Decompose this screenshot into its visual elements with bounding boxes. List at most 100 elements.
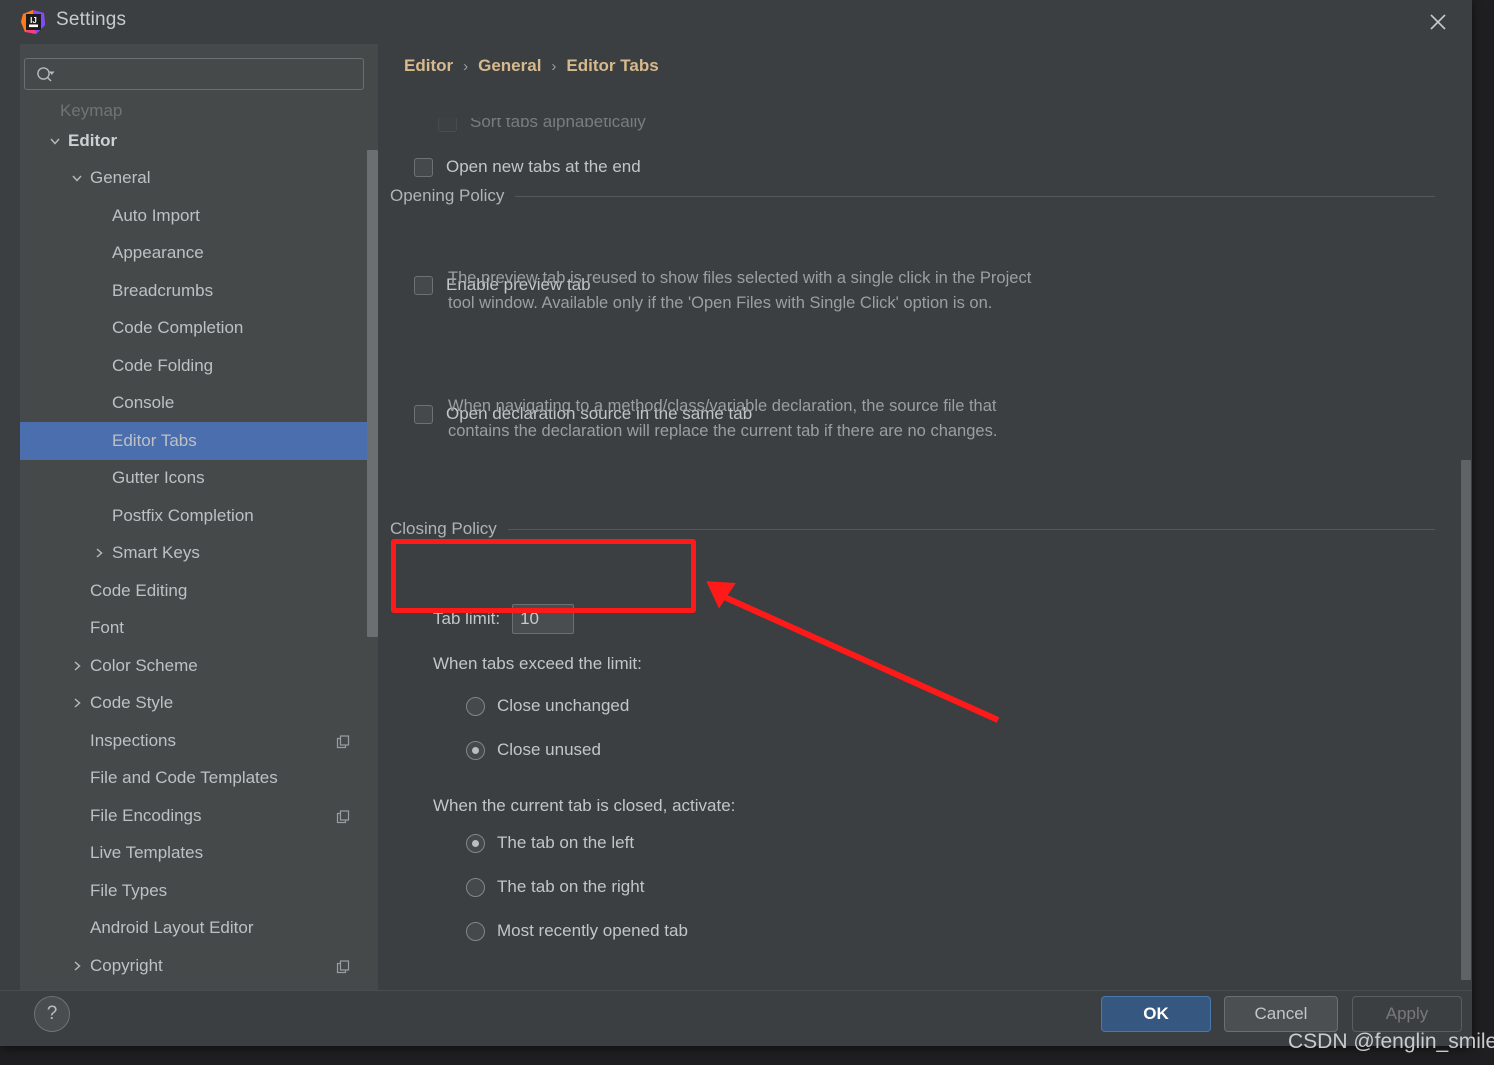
tab-limit-row: Tab limit: bbox=[433, 604, 575, 634]
search-icon bbox=[36, 66, 56, 84]
open-declaration-description: When navigating to a method/class/variab… bbox=[448, 397, 998, 440]
radio-label: The tab on the left bbox=[497, 833, 635, 852]
chevron-right-icon: › bbox=[551, 57, 557, 75]
sidebar-item-general[interactable]: General bbox=[20, 160, 378, 198]
window-title: Settings bbox=[56, 9, 127, 30]
checkbox-box[interactable] bbox=[414, 275, 433, 295]
sidebar-scrollbar-thumb[interactable] bbox=[367, 150, 378, 637]
radio-activate-the-tab-on-the-left[interactable]: The tab on the left bbox=[466, 833, 634, 853]
sidebar-item-label: Code Editing bbox=[90, 580, 188, 600]
sidebar-item-label: Smart Keys bbox=[112, 543, 200, 563]
radio-button[interactable] bbox=[466, 877, 485, 897]
radio-label: The tab on the right bbox=[497, 877, 645, 896]
project-scope-icon bbox=[336, 959, 350, 973]
cancel-button[interactable]: Cancel bbox=[1224, 996, 1338, 1032]
sidebar-item-gutter-icons[interactable]: Gutter Icons bbox=[20, 460, 378, 498]
breadcrumb-part-general[interactable]: General bbox=[478, 56, 541, 76]
sidebar-item-label: Copyright bbox=[90, 955, 163, 975]
checkbox-sort-tabs-alphabetically[interactable]: Sort tabs alphabetically bbox=[438, 118, 646, 132]
sidebar-item-keymap-clipped[interactable]: Keymap bbox=[20, 100, 378, 122]
search-field-wrapper bbox=[24, 58, 366, 92]
checkbox-box[interactable] bbox=[438, 118, 457, 132]
sidebar-item-inspections[interactable]: Inspections bbox=[20, 722, 378, 760]
checkbox-open-new-tabs-at-end[interactable]: Open new tabs at the end bbox=[414, 157, 641, 177]
chevron-right-icon[interactable] bbox=[70, 696, 84, 710]
chevron-down-icon[interactable] bbox=[48, 134, 62, 148]
sidebar-item-code-completion[interactable]: Code Completion bbox=[20, 310, 378, 348]
sidebar-item-label: Font bbox=[90, 618, 125, 638]
watermark-text: CSDN @fenglin_smile bbox=[1288, 1030, 1494, 1053]
search-input[interactable] bbox=[64, 64, 354, 86]
sidebar-item-appearance[interactable]: Appearance bbox=[20, 235, 378, 273]
sidebar-item-label: Gutter Icons bbox=[112, 468, 205, 488]
close-icon[interactable] bbox=[1404, 0, 1472, 44]
sidebar-item-file-encodings[interactable]: File Encodings bbox=[20, 797, 378, 835]
sidebar-item-live-templates[interactable]: Live Templates bbox=[20, 835, 378, 873]
sidebar-item-label: Android Layout Editor bbox=[90, 918, 254, 938]
radio-activate-most-recently-opened-tab[interactable]: Most recently opened tab bbox=[466, 921, 688, 941]
radio-label: Most recently opened tab bbox=[497, 921, 688, 940]
sidebar-item-label: Postfix Completion bbox=[112, 505, 254, 525]
sidebar-item-breadcrumbs[interactable]: Breadcrumbs bbox=[20, 272, 378, 310]
breadcrumb-part-editor[interactable]: Editor bbox=[404, 56, 453, 76]
apply-button: Apply bbox=[1352, 996, 1462, 1032]
svg-text:IJ: IJ bbox=[30, 16, 37, 25]
title-bar: IJ Settings bbox=[0, 0, 1472, 44]
sidebar-item-label: Editor bbox=[68, 130, 118, 150]
radio-exceed-close-unused[interactable]: Close unused bbox=[466, 740, 601, 760]
sidebar-item-label: Appearance bbox=[112, 243, 204, 263]
sidebar-item-code-style[interactable]: Code Style bbox=[20, 685, 378, 723]
sidebar-item-code-folding[interactable]: Code Folding bbox=[20, 347, 378, 385]
sidebar-item-label: Code Style bbox=[90, 693, 174, 713]
intellij-idea-logo-icon: IJ bbox=[20, 9, 47, 36]
breadcrumb-part-editor-tabs: Editor Tabs bbox=[566, 56, 659, 75]
sidebar-item-label: Breadcrumbs bbox=[112, 280, 214, 300]
chevron-down-icon[interactable] bbox=[70, 171, 84, 185]
radio-activate-the-tab-on-the-right[interactable]: The tab on the right bbox=[466, 877, 644, 897]
section-header-opening-policy: Opening Policy bbox=[390, 186, 1435, 206]
sidebar-item-editor[interactable]: Editor bbox=[20, 122, 378, 160]
sidebar-item-smart-keys[interactable]: Smart Keys bbox=[20, 535, 378, 573]
chevron-right-icon[interactable] bbox=[70, 959, 84, 973]
section-title: Opening Policy bbox=[390, 186, 505, 205]
radio-button[interactable] bbox=[466, 833, 485, 853]
tab-limit-input[interactable] bbox=[512, 604, 575, 634]
content-scrollbar-thumb[interactable] bbox=[1461, 460, 1471, 980]
sidebar-item-label: General bbox=[90, 168, 151, 188]
sidebar-item-postfix-completion[interactable]: Postfix Completion bbox=[20, 497, 378, 535]
sidebar-item-copyright[interactable]: Copyright bbox=[20, 947, 378, 985]
checkbox-label: Sort tabs alphabetically bbox=[470, 118, 646, 131]
project-scope-icon bbox=[336, 809, 350, 823]
checkbox-label: Open new tabs at the end bbox=[446, 157, 641, 176]
checkbox-box[interactable] bbox=[414, 404, 433, 424]
chevron-right-icon[interactable] bbox=[92, 546, 106, 560]
checkbox-box[interactable] bbox=[414, 157, 433, 177]
project-scope-icon bbox=[336, 734, 350, 748]
radio-label: Close unchanged bbox=[497, 696, 630, 715]
sidebar-item-console[interactable]: Console bbox=[20, 385, 378, 423]
sidebar-item-label: Console bbox=[112, 393, 175, 413]
sidebar-item-label: Editor Tabs bbox=[112, 430, 197, 450]
sidebar-item-android-layout-editor[interactable]: Android Layout Editor bbox=[20, 910, 378, 948]
sidebar-item-code-editing[interactable]: Code Editing bbox=[20, 572, 378, 610]
radio-exceed-close-unchanged[interactable]: Close unchanged bbox=[466, 696, 629, 716]
sidebar-item-font[interactable]: Font bbox=[20, 610, 378, 648]
sidebar-items-list: Editor General Auto Import Appearance Breadc… bbox=[20, 122, 378, 985]
sidebar-item-color-scheme[interactable]: Color Scheme bbox=[20, 647, 378, 685]
sidebar-item-auto-import[interactable]: Auto Import bbox=[20, 197, 378, 235]
enable-preview-tab-description: The preview tab is reused to show files … bbox=[448, 269, 1032, 312]
radio-button[interactable] bbox=[466, 696, 485, 716]
sidebar-item-file-types[interactable]: File Types bbox=[20, 872, 378, 910]
radio-button[interactable] bbox=[466, 921, 485, 941]
settings-sidebar: Keymap Editor General Auto Import Appearanc… bbox=[20, 44, 378, 990]
sidebar-item-file-and-code-templates[interactable]: File and Code Templates bbox=[20, 760, 378, 798]
sidebar-item-editor-tabs[interactable]: Editor Tabs bbox=[20, 422, 378, 460]
chevron-right-icon: › bbox=[463, 57, 469, 75]
sidebar-item-label: Color Scheme bbox=[90, 655, 198, 675]
sidebar-item-label: Keymap bbox=[60, 101, 123, 120]
chevron-right-icon[interactable] bbox=[70, 659, 84, 673]
sidebar-item-label: File Types bbox=[90, 880, 168, 900]
help-button[interactable]: ? bbox=[34, 996, 70, 1032]
ok-button[interactable]: OK bbox=[1101, 996, 1211, 1032]
radio-button[interactable] bbox=[466, 740, 485, 760]
